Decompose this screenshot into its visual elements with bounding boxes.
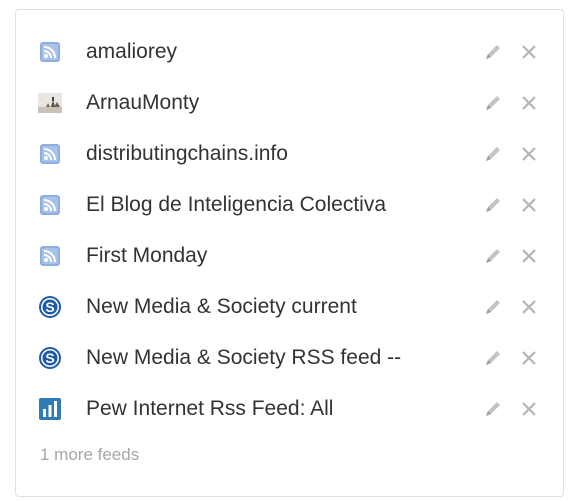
avatar-thumbnail-icon	[38, 91, 62, 115]
pencil-icon[interactable]	[482, 296, 504, 318]
pencil-icon[interactable]	[482, 398, 504, 420]
feed-row-amaliorey[interactable]: amaliorey	[16, 35, 563, 86]
svg-text:S: S	[45, 299, 54, 315]
close-icon[interactable]	[519, 246, 539, 266]
feed-row-distributingchains[interactable]: distributingchains.info	[16, 137, 563, 188]
pencil-icon[interactable]	[482, 194, 504, 216]
rss-icon	[38, 40, 62, 64]
feed-title: amaliorey	[86, 40, 178, 63]
rss-icon	[38, 142, 62, 166]
rss-icon	[38, 244, 62, 268]
feed-row-arnaumonty[interactable]: ArnauMonty	[16, 86, 563, 137]
feeds-panel: amaliorey ArnauMonty distributingchains.…	[15, 9, 564, 497]
svg-text:S: S	[45, 350, 54, 366]
sage-s-icon: S	[38, 295, 62, 319]
close-icon[interactable]	[519, 348, 539, 368]
pencil-icon[interactable]	[482, 347, 504, 369]
sage-s-icon: S	[38, 346, 62, 370]
close-icon[interactable]	[519, 42, 539, 62]
feed-row-pew-internet[interactable]: Pew Internet Rss Feed: All	[16, 392, 563, 443]
feed-row-nms-rss[interactable]: S New Media & Society RSS feed --	[16, 341, 563, 392]
more-feeds-link[interactable]: 1 more feeds	[40, 444, 139, 466]
feed-row-first-monday[interactable]: First Monday	[16, 239, 563, 290]
bar-chart-icon	[38, 397, 62, 421]
close-icon[interactable]	[519, 93, 539, 113]
pencil-icon[interactable]	[482, 143, 504, 165]
pencil-icon[interactable]	[482, 41, 504, 63]
feed-title: ArnauMonty	[86, 91, 200, 114]
feed-title: distributingchains.info	[86, 142, 288, 165]
feed-row-el-blog[interactable]: El Blog de Inteligencia Colectiva	[16, 188, 563, 239]
close-icon[interactable]	[519, 195, 539, 215]
feed-title: New Media & Society RSS feed --	[86, 346, 402, 369]
pencil-icon[interactable]	[482, 92, 504, 114]
pencil-icon[interactable]	[482, 245, 504, 267]
close-icon[interactable]	[519, 297, 539, 317]
close-icon[interactable]	[519, 399, 539, 419]
feed-list: amaliorey ArnauMonty distributingchains.…	[16, 35, 563, 443]
close-icon[interactable]	[519, 144, 539, 164]
rss-icon	[38, 193, 62, 217]
feed-title: New Media & Society current	[86, 295, 357, 318]
feed-title: First Monday	[86, 244, 208, 267]
feed-title: El Blog de Inteligencia Colectiva	[86, 193, 387, 216]
feed-row-nms-current[interactable]: S New Media & Society current	[16, 290, 563, 341]
feed-title: Pew Internet Rss Feed: All	[86, 397, 334, 420]
